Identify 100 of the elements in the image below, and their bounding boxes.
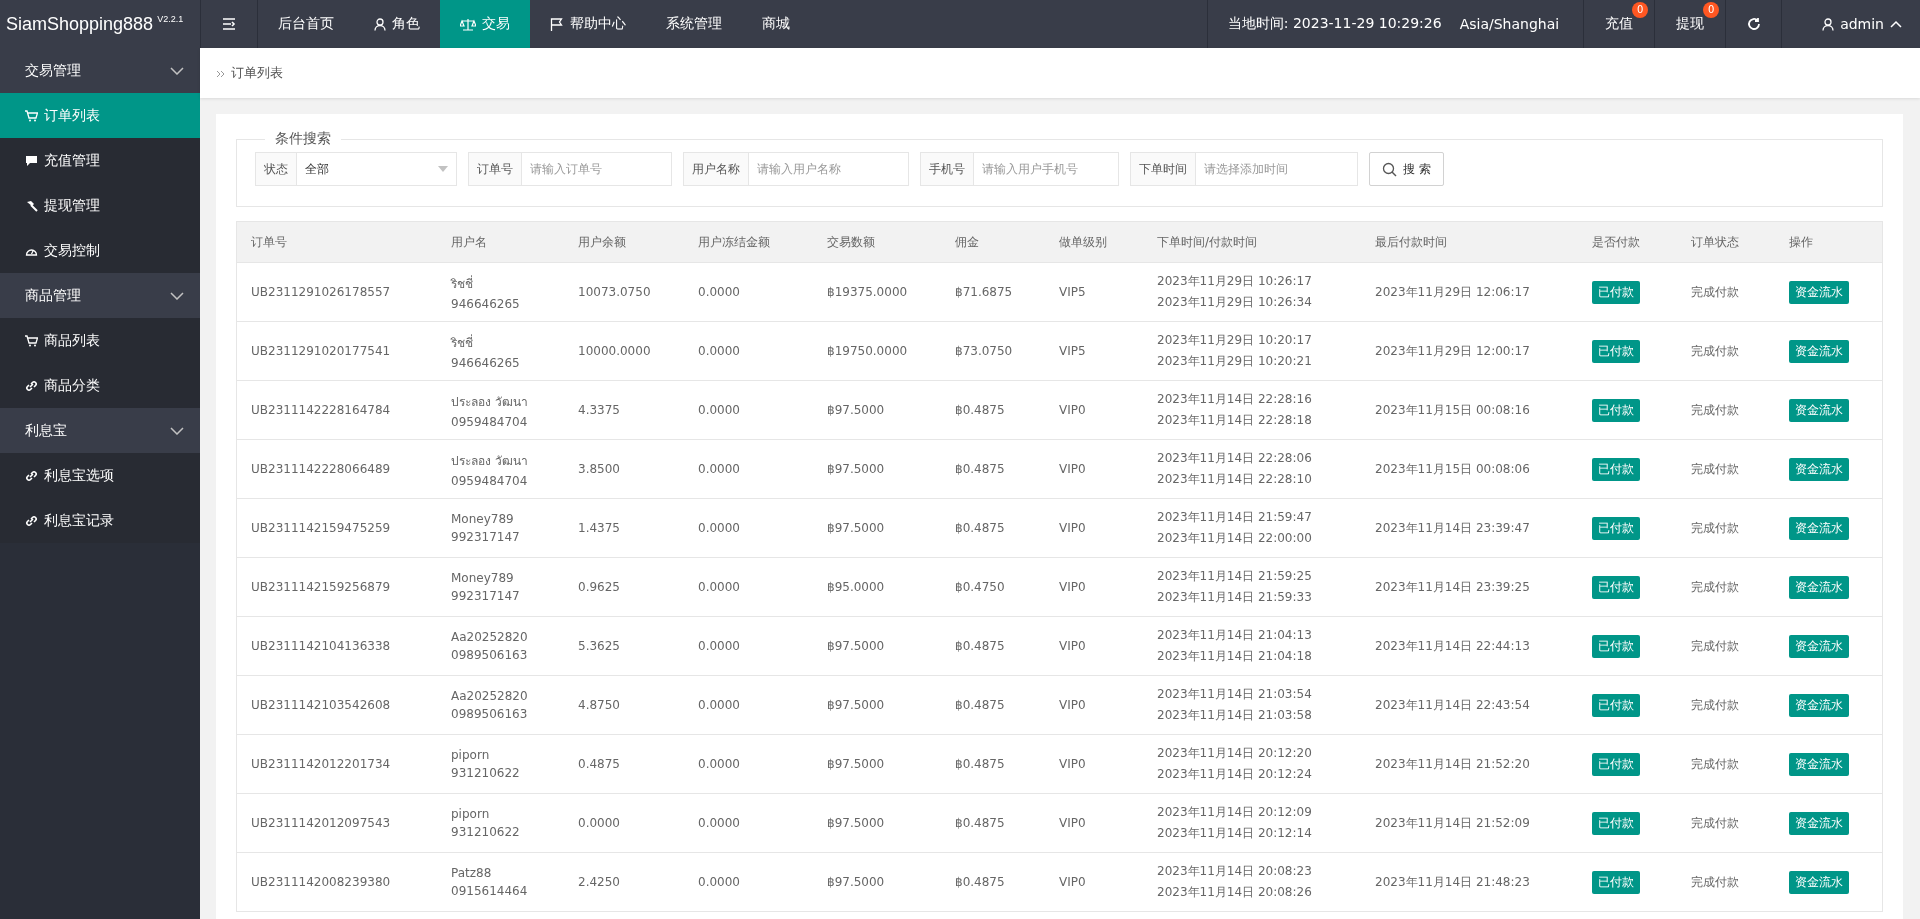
fund-flow-button[interactable]: 资金流水 [1789,575,1849,599]
column-header: 做单级别 [1059,233,1108,251]
search-button[interactable]: 搜 索 [1369,152,1444,186]
fund-flow-button[interactable]: 资金流水 [1789,339,1849,363]
local-time-text: 当地时间: 2023-11-29 10:29:26 [1227,15,1442,33]
order-time-text: 2023年11月14日 21:04:13 [1157,627,1313,644]
table-cell-text: 3.8500 [578,462,621,476]
table-cell-text: ฿0.4875 [955,403,1006,417]
table-cell-text: ฿19750.0000 [827,344,909,358]
table-cell-text: 0.9625 [578,580,621,594]
table-cell-text: 0.0000 [698,816,741,830]
pay-time-text: 2023年11月14日 22:28:10 [1157,471,1313,488]
fund-flow-button[interactable]: 资金流水 [1789,280,1849,304]
table-cell-text: 完成付款 [1691,283,1740,301]
status-select[interactable]: 全部 [297,152,457,186]
search-input-field[interactable]: 请输入用户手机号 [974,152,1119,186]
fund-flow-button[interactable]: 资金流水 [1789,516,1849,540]
fund-flow-button[interactable]: 资金流水 [1789,398,1849,422]
search-input-field[interactable]: 请输入订单号 [522,152,672,186]
table-cell-text: UB2311291026178557 [251,285,392,299]
table-cell-text: ฿97.5000 [827,757,886,771]
sidebar-group[interactable]: 利息宝 [0,408,200,453]
username-text: Aa20252820 [451,689,529,703]
paid-tag: 已付款 [1592,693,1640,717]
fund-flow-button[interactable]: 资金流水 [1789,457,1849,481]
header-action-link[interactable]: 充值 [1605,15,1634,33]
search-input-field[interactable]: 请输入用户名称 [749,152,909,186]
fund-flow-button[interactable]: 资金流水 [1789,870,1849,894]
table-cell-text: VIP0 [1059,816,1087,830]
order-time-text: 2023年11月14日 22:28:16 [1157,391,1313,408]
table-cell-text: 0.0000 [578,816,621,830]
username-text: ประลอง วัฒนา [451,452,529,470]
sidebar-item[interactable]: 利息宝选项 [0,453,200,498]
table-cell-text: 0.0000 [698,285,741,299]
table-cell-text: 4.3375 [578,403,621,417]
sidebar-item[interactable]: 交易控制 [0,228,200,273]
pay-time-text: 2023年11月14日 20:12:14 [1157,825,1313,842]
menu-icon [222,18,236,30]
sidebar-item[interactable]: 利息宝记录 [0,498,200,543]
sidebar-item[interactable]: 充值管理 [0,138,200,183]
table-cell-text: 2023年11月29日 12:00:17 [1375,342,1531,360]
sidebar-item[interactable]: 商品分类 [0,363,200,408]
table-cell-text: 0.0000 [698,403,741,417]
username-text: Aa20252820 [451,630,529,644]
nav-tab[interactable]: 角色 [354,0,440,48]
scale-icon [460,17,476,31]
link-icon [25,379,38,392]
nav-tab[interactable]: 后台首页 [258,0,354,48]
fund-flow-button[interactable]: 资金流水 [1789,693,1849,717]
nav-tab[interactable]: 系统管理 [646,0,742,48]
pay-time-text: 2023年11月14日 21:04:18 [1157,648,1313,665]
table-cell-text: VIP5 [1059,285,1087,299]
phone-text: 0959484704 [451,414,529,429]
paid-tag: 已付款 [1592,870,1640,894]
phone-text: 992317147 [451,530,521,544]
sidebar-item[interactable]: 提现管理 [0,183,200,228]
search-input-field[interactable]: 请选择添加时间 [1196,152,1358,186]
field-label: 手机号 [920,152,974,186]
table-cell-text: 2023年11月14日 21:52:20 [1375,755,1531,773]
count-badge: 0 [1632,2,1649,18]
fund-flow-button[interactable]: 资金流水 [1789,811,1849,835]
column-header: 最后付款时间 [1375,233,1448,251]
table-cell-text: ฿0.4875 [955,521,1006,535]
table-cell-text: 5.3625 [578,639,621,653]
table-cell-text: VIP5 [1059,344,1087,358]
pay-time-text: 2023年11月29日 10:20:21 [1157,353,1313,370]
nav-tab[interactable]: 帮助中心 [530,0,646,48]
table-cell-text: UB2311142012097543 [251,816,392,830]
sidebar-group[interactable]: 交易管理 [0,48,200,93]
table-cell-text: ฿97.5000 [827,816,886,830]
paid-tag: 已付款 [1592,752,1640,776]
fund-flow-button[interactable]: 资金流水 [1789,752,1849,776]
nav-tab[interactable]: 商城 [742,0,810,48]
sidebar-item[interactable]: 订单列表 [0,93,200,138]
username-text: piporn [451,748,491,762]
column-header: 是否付款 [1592,233,1641,251]
sidebar-item[interactable]: 商品列表 [0,318,200,363]
table-cell-text: UB2311142159475259 [251,521,392,535]
dropdown-caret-icon [438,166,448,172]
table-cell-text: 完成付款 [1691,814,1740,832]
username-text: Money789 [451,512,515,526]
user-menu-link[interactable]: admin [1840,16,1884,32]
table-cell-text: UB2311142228164784 [251,403,392,417]
order-time-text: 2023年11月29日 10:26:17 [1157,273,1313,290]
table-cell-text: 完成付款 [1691,342,1740,360]
paid-tag: 已付款 [1592,398,1640,422]
table-cell-text: 完成付款 [1691,873,1740,891]
column-header: 订单状态 [1691,233,1740,251]
fund-flow-button[interactable]: 资金流水 [1789,634,1849,658]
table-cell-text: 2023年11月15日 00:08:06 [1375,460,1531,478]
column-header: 操作 [1789,233,1814,251]
table-cell-text: ฿97.5000 [827,875,886,889]
link-icon [25,514,38,527]
table-cell-text: ฿0.4875 [955,816,1006,830]
username-text: piporn [451,807,491,821]
pay-time-text: 2023年11月14日 21:03:58 [1157,707,1313,724]
table-cell-text: VIP0 [1059,462,1087,476]
header-action-link[interactable]: 提现 [1676,15,1705,33]
nav-tab[interactable]: 交易 [440,0,530,48]
sidebar-group[interactable]: 商品管理 [0,273,200,318]
